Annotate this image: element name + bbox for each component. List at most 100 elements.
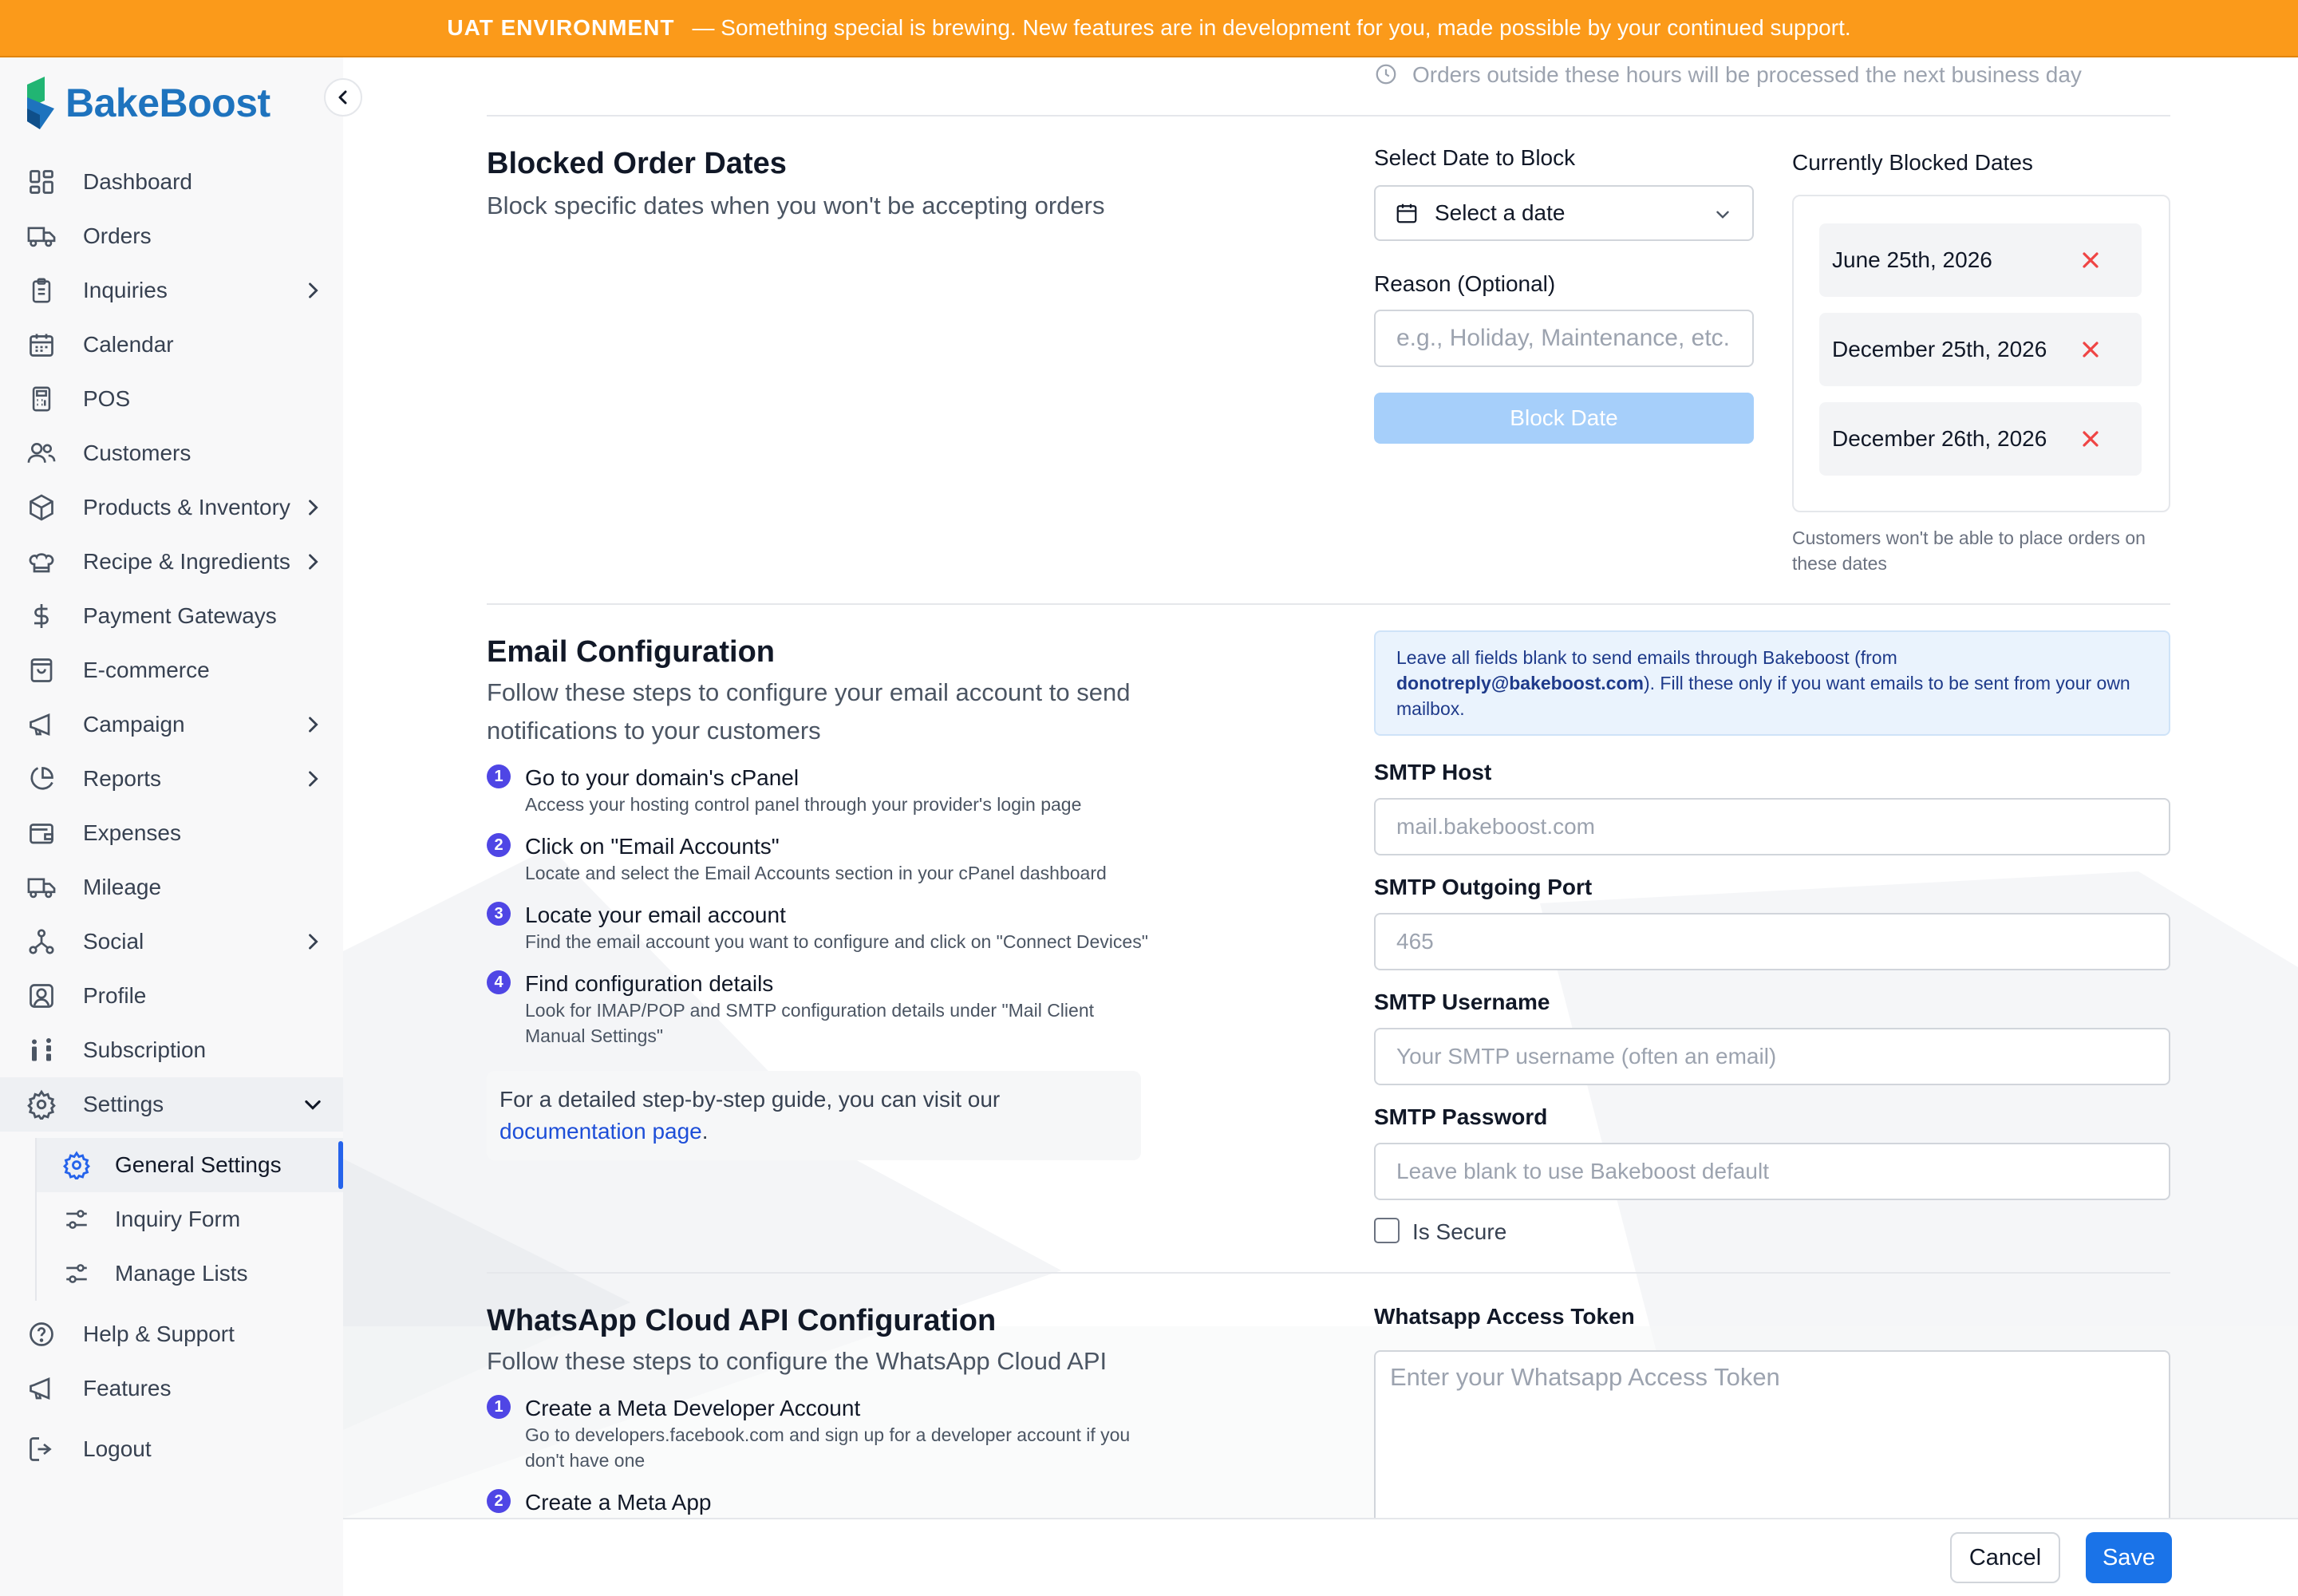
sidebar-item-pos[interactable]: POS bbox=[0, 372, 343, 426]
sidebar-item-subscription[interactable]: Subscription bbox=[0, 1023, 343, 1077]
box-icon bbox=[26, 492, 57, 523]
pie-chart-icon bbox=[26, 763, 57, 795]
block-date-button[interactable]: Block Date bbox=[1374, 393, 1754, 444]
reason-input[interactable]: e.g., Holiday, Maintenance, etc. bbox=[1374, 310, 1754, 367]
sidebar-item-mileage[interactable]: Mileage bbox=[0, 860, 343, 915]
whatsapp-step: 1 Create a Meta Developer Account Go to … bbox=[487, 1395, 1149, 1473]
step-title: Find configuration details bbox=[525, 971, 774, 996]
save-button[interactable]: Save bbox=[2086, 1532, 2172, 1583]
guide-text: For a detailed step-by-step guide, you c… bbox=[499, 1087, 1001, 1112]
hours-note: Orders outside these hours will be proce… bbox=[1412, 62, 2082, 87]
wallet-icon bbox=[26, 817, 57, 849]
calendar-icon bbox=[26, 329, 57, 361]
sidebar-item-expenses[interactable]: Expenses bbox=[0, 806, 343, 860]
select-date-picker[interactable]: Select a date bbox=[1374, 185, 1754, 241]
sidebar-item-manage-lists[interactable]: Manage Lists bbox=[37, 1246, 343, 1301]
sidebar: BakeBoost Dashboard Orders Inquiries Cal… bbox=[0, 57, 362, 1596]
step-title: Create a Meta Developer Account bbox=[525, 1396, 861, 1420]
smtp-password-input[interactable]: Leave blank to use Bakeboost default bbox=[1374, 1143, 2170, 1200]
whatsapp-token-input[interactable]: Enter your Whatsapp Access Token bbox=[1374, 1350, 2170, 1518]
help-icon bbox=[26, 1318, 57, 1350]
subscription-icon bbox=[26, 1034, 57, 1066]
calendar-icon bbox=[1396, 203, 1417, 223]
sidebar-item-customers[interactable]: Customers bbox=[0, 426, 343, 480]
chevron-right-icon bbox=[309, 282, 318, 298]
truck-icon bbox=[26, 871, 57, 903]
remove-date-icon[interactable] bbox=[2078, 337, 2103, 362]
sidebar-item-label: Settings bbox=[83, 1092, 164, 1116]
megaphone-icon bbox=[26, 709, 57, 741]
smtp-username-input[interactable]: Your SMTP username (often an email) bbox=[1374, 1028, 2170, 1085]
sidebar-item-label: Inquiries bbox=[83, 278, 168, 302]
clipboard-icon bbox=[26, 275, 57, 306]
share-icon bbox=[26, 926, 57, 958]
users-icon bbox=[26, 437, 57, 469]
sidebar-item-label: Inquiry Form bbox=[115, 1207, 241, 1231]
main-content: Orders outside these hours will be proce… bbox=[343, 57, 2298, 1518]
step-description: Look for IMAP/POP and SMTP configuration… bbox=[525, 1000, 1094, 1046]
remove-date-icon[interactable] bbox=[2078, 247, 2103, 273]
step-number-badge: 1 bbox=[487, 764, 511, 788]
megaphone-icon bbox=[26, 1373, 57, 1404]
blocked-dates-title: Blocked Order Dates bbox=[487, 147, 787, 180]
sidebar-item-orders[interactable]: Orders bbox=[0, 209, 343, 263]
sidebar-item-general-settings[interactable]: General Settings bbox=[37, 1138, 343, 1192]
sidebar-item-features[interactable]: Features bbox=[0, 1361, 343, 1416]
step-title: Locate your email account bbox=[525, 903, 786, 927]
sidebar-item-inquiries[interactable]: Inquiries bbox=[0, 263, 343, 318]
sidebar-item-recipe-ingredients[interactable]: Recipe & Ingredients bbox=[0, 535, 343, 589]
sidebar-item-label: Subscription bbox=[83, 1037, 207, 1062]
smtp-host-label: SMTP Host bbox=[1374, 760, 1492, 784]
blocked-date-text: December 25th, 2026 bbox=[1832, 337, 2047, 361]
sidebar-item-label: Reports bbox=[83, 766, 162, 791]
section-divider bbox=[487, 115, 2170, 117]
sidebar-item-calendar[interactable]: Calendar bbox=[0, 318, 343, 372]
is-secure-checkbox[interactable] bbox=[1374, 1218, 1400, 1243]
sidebar-item-social[interactable]: Social bbox=[0, 915, 343, 969]
sidebar-item-label: POS bbox=[83, 386, 131, 411]
smtp-port-input[interactable]: 465 bbox=[1374, 913, 2170, 970]
sidebar-item-payment-gateways[interactable]: Payment Gateways bbox=[0, 589, 343, 643]
sidebar-item-ecommerce[interactable]: E-commerce bbox=[0, 643, 343, 697]
env-label: UAT ENVIRONMENT bbox=[447, 15, 675, 40]
brand-name: BakeBoost bbox=[65, 81, 270, 125]
is-secure-label: Is Secure bbox=[1412, 1219, 1507, 1244]
sidebar-item-help-support[interactable]: Help & Support bbox=[0, 1307, 343, 1361]
sidebar-item-products-inventory[interactable]: Products & Inventory bbox=[0, 480, 343, 535]
gear-icon bbox=[26, 1088, 57, 1120]
settings-subnav: General Settings Inquiry Form Manage Lis… bbox=[35, 1138, 343, 1301]
chevron-right-icon bbox=[309, 717, 318, 733]
sidebar-item-logout[interactable]: Logout bbox=[0, 1422, 343, 1476]
shopping-bag-icon bbox=[26, 654, 57, 686]
section-divider bbox=[487, 603, 2170, 605]
sidebar-item-inquiry-form[interactable]: Inquiry Form bbox=[37, 1192, 343, 1246]
sidebar-item-reports[interactable]: Reports bbox=[0, 752, 343, 806]
collapse-sidebar-button[interactable] bbox=[324, 78, 362, 117]
uat-banner: UAT ENVIRONMENT — Something special is b… bbox=[0, 0, 2298, 57]
sidebar-item-campaign[interactable]: Campaign bbox=[0, 697, 343, 752]
cancel-button[interactable]: Cancel bbox=[1950, 1532, 2060, 1583]
sidebar-item-dashboard[interactable]: Dashboard bbox=[0, 155, 343, 209]
sidebar-item-label: Recipe & Ingredients bbox=[83, 549, 290, 574]
whatsapp-config-title: WhatsApp Cloud API Configuration bbox=[487, 1304, 997, 1337]
gear-icon bbox=[61, 1149, 93, 1181]
sidebar-item-label: Profile bbox=[83, 983, 147, 1008]
remove-date-icon[interactable] bbox=[2078, 426, 2103, 452]
sidebar-item-label: Orders bbox=[83, 223, 152, 248]
blocked-dates-subtitle: Block specific dates when you won't be a… bbox=[487, 192, 1105, 219]
clock-icon bbox=[1376, 64, 1396, 85]
guide-end: . bbox=[701, 1119, 709, 1144]
chef-hat-icon bbox=[26, 546, 57, 578]
calculator-icon bbox=[26, 383, 57, 415]
sidebar-item-settings[interactable]: Settings bbox=[0, 1077, 343, 1132]
step-title: Create a Meta App bbox=[525, 1490, 712, 1515]
currently-blocked-label: Currently Blocked Dates bbox=[1792, 150, 2033, 175]
truck-icon bbox=[26, 220, 57, 252]
documentation-link[interactable]: documentation page bbox=[499, 1119, 702, 1144]
blocked-dates-list: June 25th, 2026 December 25th, 2026 Dece… bbox=[1792, 195, 2170, 512]
smtp-host-input[interactable]: mail.bakeboost.com bbox=[1374, 798, 2170, 855]
sidebar-item-profile[interactable]: Profile bbox=[0, 969, 343, 1023]
email-steps-list: 1 Go to your domain's cPanel Access your… bbox=[487, 764, 1149, 1065]
brand-logo[interactable]: BakeBoost bbox=[22, 77, 270, 129]
step-description: Locate and select the Email Accounts sec… bbox=[525, 863, 1107, 883]
